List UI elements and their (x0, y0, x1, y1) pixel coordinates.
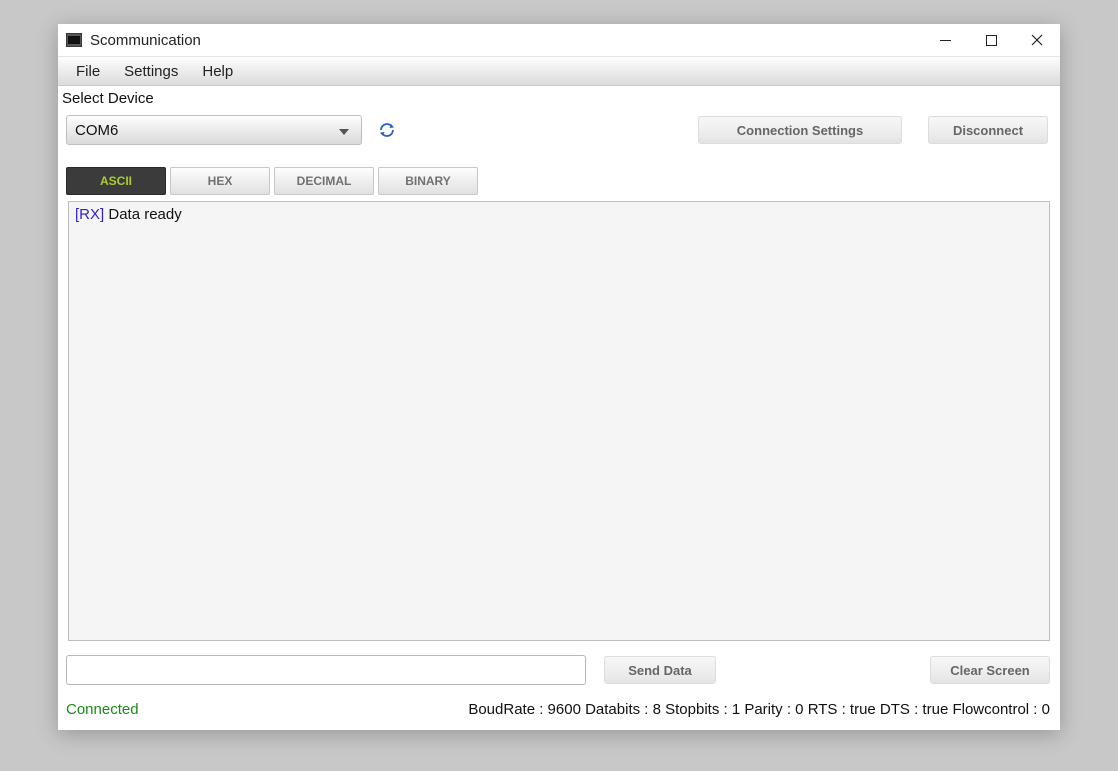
app-window: Scommunication File Settings Help Select… (58, 24, 1060, 730)
content-area: Select Device COM6 Connection Settings D… (58, 86, 1060, 730)
status-connected: Connected (66, 701, 139, 718)
menubar: File Settings Help (58, 56, 1060, 86)
connection-settings-button[interactable]: Connection Settings (698, 116, 902, 144)
select-device-label: Select Device (58, 86, 1056, 109)
menu-help[interactable]: Help (192, 59, 243, 84)
send-data-button[interactable]: Send Data (604, 656, 716, 684)
chevron-down-icon (339, 122, 349, 138)
device-row: COM6 Connection Settings Disconnect (62, 115, 1056, 145)
tab-ascii[interactable]: ASCII (66, 167, 166, 195)
send-input[interactable] (66, 655, 586, 685)
terminal-output[interactable]: [RX] Data ready (68, 201, 1050, 641)
terminal-line: Data ready (104, 206, 182, 223)
terminal-container: [RX] Data ready (68, 201, 1050, 641)
refresh-icon[interactable] (376, 119, 398, 141)
rx-tag: [RX] (75, 206, 104, 223)
menu-file[interactable]: File (66, 59, 110, 84)
send-row: Send Data Clear Screen (66, 655, 1050, 685)
tab-hex[interactable]: HEX (170, 167, 270, 195)
disconnect-button[interactable]: Disconnect (928, 116, 1048, 144)
device-select-value: COM6 (75, 122, 118, 139)
close-button[interactable] (1014, 24, 1060, 56)
status-info: BoudRate : 9600 Databits : 8 Stopbits : … (468, 701, 1050, 718)
window-controls (922, 24, 1060, 56)
tab-decimal[interactable]: DECIMAL (274, 167, 374, 195)
app-icon (66, 33, 82, 47)
device-select[interactable]: COM6 (66, 115, 362, 145)
status-bar: Connected BoudRate : 9600 Databits : 8 S… (62, 691, 1056, 718)
maximize-button[interactable] (968, 24, 1014, 56)
titlebar: Scommunication (58, 24, 1060, 56)
minimize-button[interactable] (922, 24, 968, 56)
tab-binary[interactable]: BINARY (378, 167, 478, 195)
format-tabs: ASCII HEX DECIMAL BINARY (66, 167, 1056, 195)
window-title: Scommunication (90, 32, 201, 49)
menu-settings[interactable]: Settings (114, 59, 188, 84)
clear-screen-button[interactable]: Clear Screen (930, 656, 1050, 684)
